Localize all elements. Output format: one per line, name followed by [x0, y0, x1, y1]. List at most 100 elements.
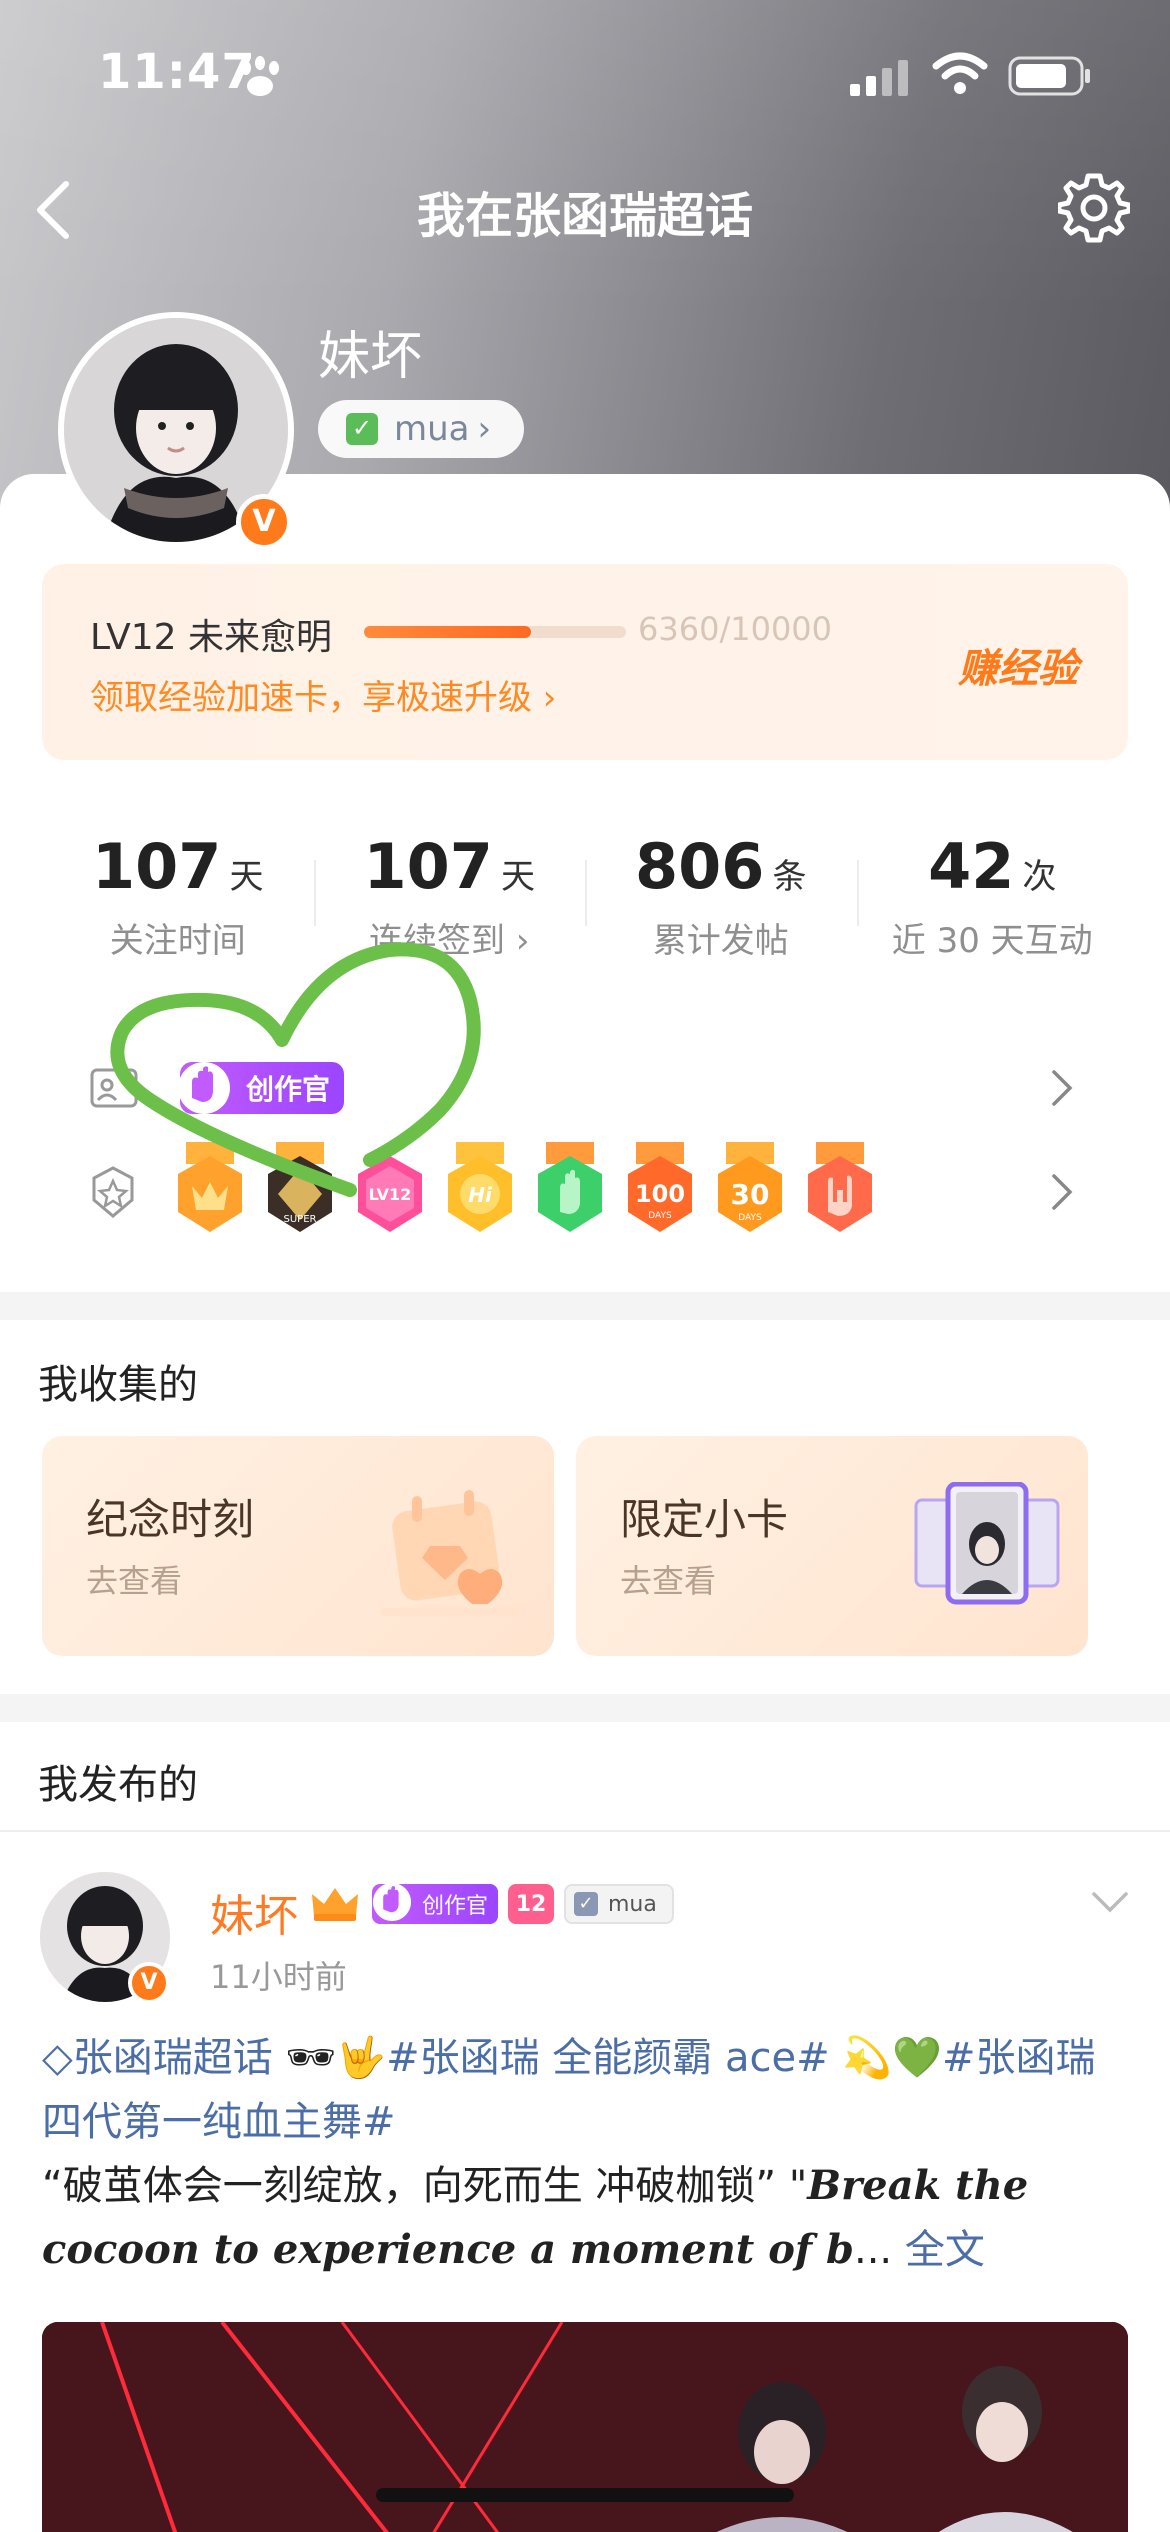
chevron-down-icon[interactable] [1090, 1890, 1130, 1916]
stat-label: 连续签到 › [369, 921, 530, 961]
super-medal-icon: SUPER [268, 1142, 332, 1232]
medal-icon [92, 1166, 134, 1218]
collection-title: 纪念时刻 [86, 1495, 255, 1544]
svg-text:SUPER: SUPER [284, 1214, 317, 1225]
chevron-right-icon[interactable] [1050, 1068, 1074, 1108]
level-progress-fill [364, 626, 531, 638]
battery-icon [1008, 56, 1090, 96]
signal-icon [850, 60, 908, 96]
profile-name: 妹坏 [318, 327, 423, 387]
id-card-icon [90, 1068, 138, 1108]
post-author[interactable]: 妹坏 [210, 1880, 298, 1944]
svg-text:DAYS: DAYS [648, 1211, 672, 1221]
chevron-right-icon: › [477, 409, 492, 449]
rock-hand-emoji: 🤟 [336, 2035, 387, 2081]
status-bar: 11:47 [0, 0, 1170, 150]
verified-badge: V [236, 494, 292, 550]
collections-title: 我收集的 [38, 1362, 198, 1408]
stat-follow-time: 107 天 关注时间 [42, 790, 314, 990]
level-promo-link[interactable]: 领取经验加速卡，享极速升级 › [90, 670, 556, 719]
post-level-number: 12 [515, 1891, 547, 1917]
section-divider [0, 1292, 1170, 1320]
crown-badge-icon [312, 1888, 358, 1921]
level-name: LV12 未来愈明 [90, 617, 332, 658]
stat-interactions: 42 次 近 30 天互动 [856, 790, 1129, 990]
topic-link[interactable]: ◇张函瑞超话 [42, 2035, 273, 2081]
stat-value: 42 [928, 830, 1015, 903]
collection-sub: 去查看 [86, 1562, 183, 1600]
profile-tag-pill[interactable]: mua › [318, 400, 524, 458]
section-divider [0, 1694, 1170, 1722]
stat-label: 关注时间 [109, 921, 246, 961]
collection-title: 限定小卡 [620, 1495, 789, 1544]
paw-icon [241, 56, 279, 96]
level-progress-bar [364, 626, 626, 638]
30-days-medal-icon: 30 DAYS [718, 1142, 782, 1232]
creator-badge-label: 创作官 [245, 1073, 330, 1106]
creator-hand-icon [372, 1882, 412, 1922]
stat-label: 近 30 天互动 [891, 921, 1093, 961]
post-creator-label: 创作官 [421, 1894, 488, 1919]
stat-label: 累计发帖 [652, 921, 789, 961]
post-creator-badge: 创作官 [372, 1882, 498, 1924]
stat-unit: 天 [500, 857, 535, 897]
stat-checkin-streak[interactable]: 107 天 连续签到 › [313, 790, 586, 990]
stat-unit: 次 [1022, 857, 1057, 897]
hi-medal-icon: Hi [448, 1142, 512, 1232]
check-icon: ✓ [574, 1892, 598, 1916]
gear-icon[interactable] [1058, 172, 1130, 244]
profile-tag-label: mua [394, 409, 470, 449]
creator-badge[interactable]: 创作官 [178, 1062, 344, 1114]
stats-row: 107 天 关注时间 107 天 连续签到 › 806 条 累计发帖 42 次 近 30… [42, 790, 1128, 990]
svg-text:Hi: Hi [468, 1183, 493, 1207]
stat-value: 107 [363, 830, 493, 903]
hand-medal-icon [538, 1142, 602, 1232]
rock-hand-medal-icon [808, 1142, 872, 1232]
collection-card-cards[interactable]: 限定小卡 去查看 [576, 1436, 1088, 1656]
collection-card-moments[interactable]: 纪念时刻 去查看 [42, 1436, 554, 1656]
diamond-icon: ◇ [42, 2035, 73, 2081]
posts-title: 我发布的 [38, 1762, 198, 1808]
topic-label: 张函瑞超话 [72, 2035, 273, 2081]
quote-cn: “破茧体会一刻绽放，向死而生 冲破枷锁” " [42, 2163, 808, 2209]
ellipsis: ... [853, 2227, 893, 2273]
page-title: 我在张函瑞超话 [416, 188, 753, 244]
lv12-medal-icon: LV12 [358, 1156, 422, 1232]
post-verified-badge: V [128, 1962, 170, 2004]
stat-total-posts: 806 条 累计发帖 [585, 790, 857, 990]
collection-sub: 去查看 [620, 1562, 717, 1600]
post-tag-label: mua [608, 1891, 657, 1917]
creator-hand-icon [178, 1062, 230, 1114]
post-level-badge: 12 [508, 1884, 554, 1924]
home-indicator [376, 2488, 794, 2502]
checkin-icon [346, 413, 378, 445]
svg-text:LV12: LV12 [369, 1185, 412, 1204]
stat-value: 107 [92, 830, 222, 903]
crown-medal-icon [178, 1142, 242, 1232]
level-progress-text: 6360/10000 [638, 610, 833, 648]
svg-text:100: 100 [635, 1180, 685, 1208]
posts-divider [0, 1830, 1170, 1832]
svg-text:DAYS: DAYS [738, 1213, 762, 1223]
hashtag-link-1[interactable]: #张函瑞 全能颜霸 ace# [386, 2035, 830, 2081]
wifi-icon [932, 52, 988, 94]
dizzy-emoji: 💫 [842, 2035, 893, 2081]
photo-cards-icon [914, 1482, 1060, 1605]
stat-unit: 条 [772, 857, 807, 897]
100-days-medal-icon: 100 DAYS [628, 1142, 692, 1232]
stat-unit: 天 [229, 857, 264, 897]
post-tag-badge: ✓ mua [564, 1884, 674, 1924]
svg-text:30: 30 [731, 1178, 770, 1211]
stat-value: 806 [635, 830, 765, 903]
green-heart-emoji: 💚 [892, 2035, 942, 2081]
medal-row[interactable]: SUPER LV12 Hi 100 DAYS 30 DAYS [172, 1142, 892, 1234]
read-more-link[interactable]: 全文 [905, 2227, 985, 2273]
post-text: ◇张函瑞超话 🕶🤟#张函瑞 全能颜霸 ace# 💫💚#张函瑞 四代第一纯血主舞#… [42, 2026, 1132, 2282]
post-badges: 创作官 12 ✓ mua [308, 1882, 684, 1924]
status-time: 11:47 [98, 44, 256, 100]
post-time: 11小时前 [210, 1958, 347, 1996]
calendar-heart-icon [380, 1490, 520, 1616]
chevron-right-icon[interactable] [1050, 1172, 1074, 1212]
sunglasses-emoji: 🕶 [285, 2035, 337, 2081]
earn-exp-button[interactable]: 赚经验 [958, 636, 1078, 694]
